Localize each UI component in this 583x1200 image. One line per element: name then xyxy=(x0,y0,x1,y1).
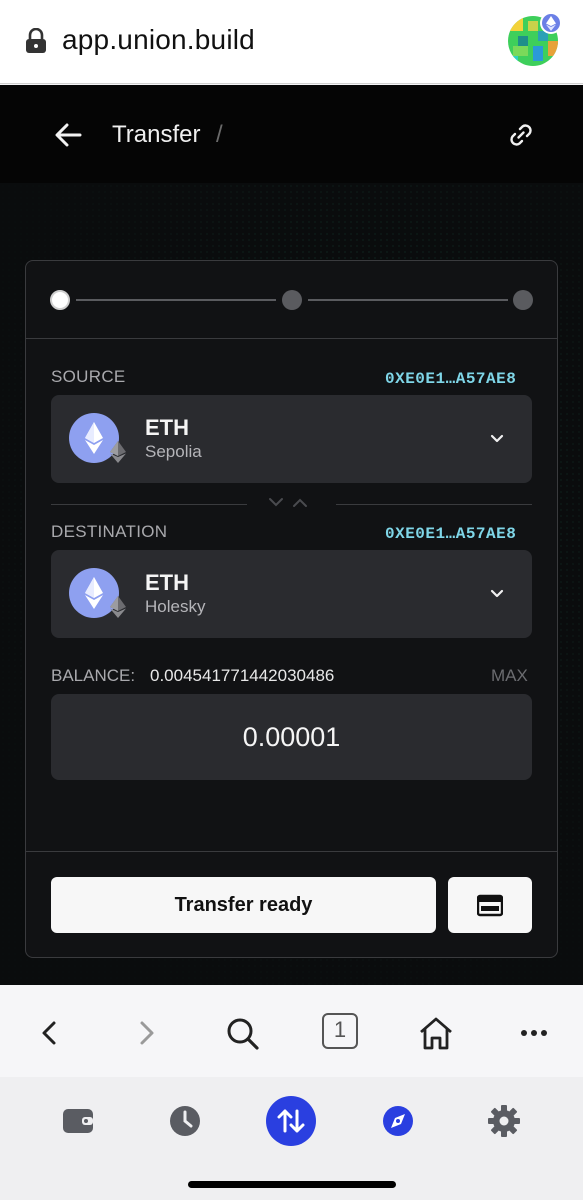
destination-label: DESTINATION xyxy=(51,522,168,541)
step-connector xyxy=(76,299,276,301)
transfer-card: SOURCE 0XE0E1…A57AE8 ETH Sepolia DESTINA… xyxy=(25,260,558,958)
swap-direction-icon[interactable] xyxy=(266,495,316,511)
ethereum-chain-icon xyxy=(110,441,126,463)
settings-icon[interactable] xyxy=(479,1096,529,1146)
wallet-button[interactable] xyxy=(448,877,532,933)
wallet-icon[interactable] xyxy=(53,1096,103,1146)
app-header: Transfer / xyxy=(0,85,583,183)
balance-label: BALANCE: xyxy=(51,666,136,685)
progress-stepper xyxy=(26,261,557,339)
url-text[interactable]: app.union.build xyxy=(62,24,255,56)
section-divider xyxy=(336,504,532,505)
step-connector xyxy=(308,299,508,301)
section-divider xyxy=(51,504,247,505)
back-arrow-icon[interactable] xyxy=(52,119,84,151)
network-badge-icon xyxy=(540,12,562,34)
lock-icon xyxy=(26,28,46,53)
step-2-dot xyxy=(282,290,302,310)
source-label: SOURCE xyxy=(51,367,126,386)
home-icon[interactable] xyxy=(416,1013,456,1053)
step-1-dot xyxy=(50,290,70,310)
search-icon[interactable] xyxy=(222,1013,262,1053)
explore-icon[interactable] xyxy=(373,1096,423,1146)
destination-address[interactable]: 0XE0E1…A57AE8 xyxy=(385,525,516,543)
tabs-icon[interactable]: 1 xyxy=(322,1013,358,1049)
source-asset-symbol: ETH xyxy=(145,415,189,440)
source-chain-name: Sepolia xyxy=(145,442,202,461)
amount-value: 0.00001 xyxy=(242,722,341,752)
wallet-icon xyxy=(477,894,503,917)
source-asset-select[interactable]: ETH Sepolia xyxy=(51,395,532,483)
transfer-icon[interactable] xyxy=(266,1096,316,1146)
more-icon[interactable] xyxy=(514,1013,554,1053)
browser-toolbar xyxy=(0,985,583,1077)
page-title: Transfer xyxy=(112,121,201,148)
breadcrumb-separator: / xyxy=(216,121,223,148)
chevron-down-icon xyxy=(490,434,504,443)
browser-address-bar[interactable]: app.union.build xyxy=(0,0,583,84)
destination-chain-name: Holesky xyxy=(145,597,206,616)
link-icon[interactable] xyxy=(506,120,536,150)
chevron-down-icon xyxy=(490,589,504,598)
transfer-button[interactable]: Transfer ready xyxy=(51,877,436,933)
card-footer-divider xyxy=(26,851,557,852)
forward-nav-icon[interactable] xyxy=(126,1013,166,1053)
history-icon[interactable] xyxy=(160,1096,210,1146)
amount-input[interactable]: 0.00001 xyxy=(51,694,532,780)
destination-asset-select[interactable]: ETH Holesky xyxy=(51,550,532,638)
balance-value: 0.004541771442030486 xyxy=(150,666,335,685)
source-address[interactable]: 0XE0E1…A57AE8 xyxy=(385,370,516,388)
max-button[interactable]: MAX xyxy=(491,666,528,686)
app-viewport: Transfer / SOURCE 0XE0E1…A57AE8 ETH Sepo… xyxy=(0,85,583,985)
home-indicator xyxy=(188,1181,396,1188)
destination-asset-symbol: ETH xyxy=(145,570,189,595)
back-nav-icon[interactable] xyxy=(30,1013,70,1053)
ethereum-chain-icon xyxy=(110,596,126,618)
step-3-dot xyxy=(513,290,533,310)
